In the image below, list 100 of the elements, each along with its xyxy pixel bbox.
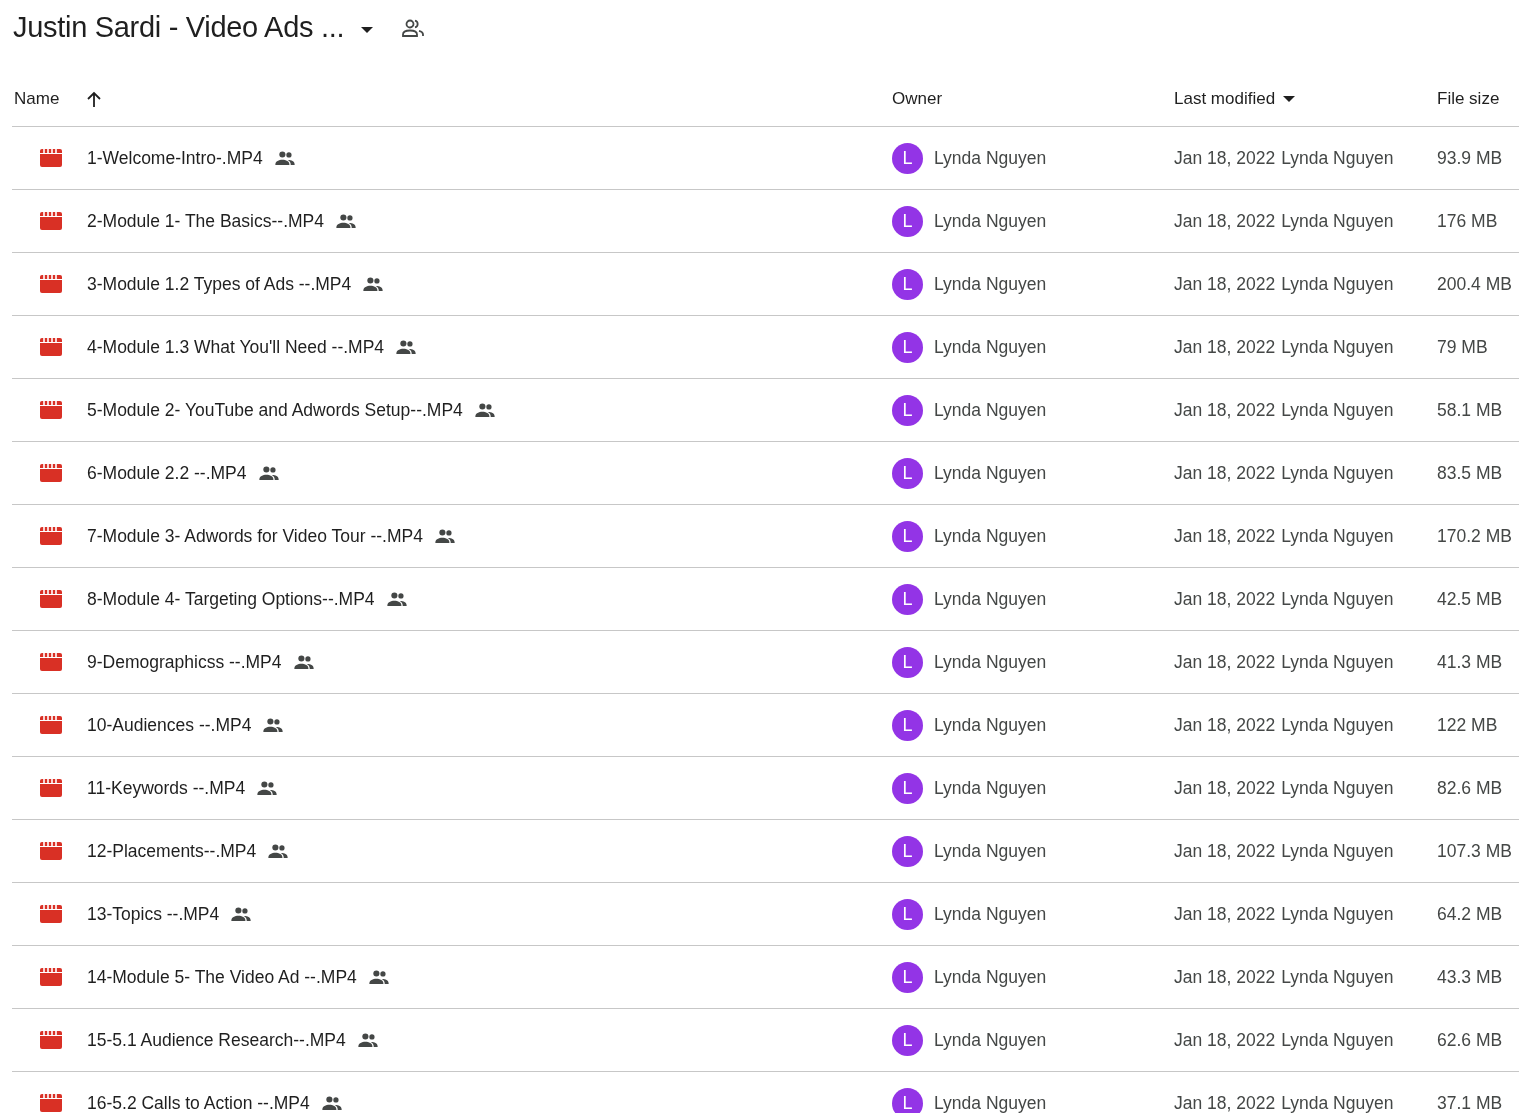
modified-by: Lynda Nguyen: [1281, 587, 1394, 611]
modified-date: Jan 18, 2022: [1174, 398, 1276, 422]
owner-avatar: L: [892, 772, 923, 804]
modified-by: Lynda Nguyen: [1281, 398, 1394, 422]
owner-avatar: L: [892, 457, 923, 489]
video-file-icon: [40, 779, 62, 797]
file-name[interactable]: 14-Module 5- The Video Ad --.MP4: [87, 963, 357, 991]
file-name[interactable]: 12-Placements--.MP4: [87, 837, 257, 865]
owner-avatar: L: [892, 709, 923, 741]
owner-name: Lynda Nguyen: [934, 146, 1047, 170]
file-size: 170.2 MB: [1437, 524, 1513, 548]
file-name[interactable]: 5-Module 2- YouTube and Adwords Setup--.MP4: [87, 396, 463, 424]
video-file-icon: [40, 212, 62, 230]
file-size: 122 MB: [1437, 713, 1499, 737]
modified-by: Lynda Nguyen: [1281, 524, 1394, 548]
modified-date: Jan 18, 2022: [1174, 713, 1276, 737]
owner-avatar: L: [892, 835, 923, 867]
owner-avatar: L: [892, 394, 923, 426]
owner-avatar: L: [892, 205, 923, 237]
video-file-icon: [40, 149, 62, 167]
modified-by: Lynda Nguyen: [1281, 146, 1394, 170]
file-size: 107.3 MB: [1437, 839, 1513, 863]
dropdown-caret-icon[interactable]: [361, 27, 374, 33]
owner-avatar: L: [892, 268, 923, 300]
file-name[interactable]: 7-Module 3- Adwords for Video Tour --.MP4: [87, 522, 423, 550]
file-size: 79 MB: [1437, 335, 1489, 359]
file-size: 41.3 MB: [1437, 650, 1504, 674]
file-name[interactable]: 4-Module 1.3 What You'll Need --.MP4: [87, 333, 385, 361]
video-file-icon: [40, 1031, 62, 1049]
video-file-icon: [40, 275, 62, 293]
column-header[interactable]: Name: [14, 85, 60, 112]
file-size: 82.6 MB: [1437, 776, 1504, 800]
owner-name: Lynda Nguyen: [934, 272, 1047, 296]
video-file-icon: [40, 653, 62, 671]
people-outline-icon[interactable]: [402, 19, 425, 37]
modified-date: Jan 18, 2022: [1174, 209, 1276, 233]
modified-date: Jan 18, 2022: [1174, 965, 1276, 989]
video-file-icon: [40, 401, 62, 419]
file-name[interactable]: 11-Keywords --.MP4: [87, 774, 246, 802]
video-file-icon: [40, 716, 62, 734]
owner-name: Lynda Nguyen: [934, 1091, 1047, 1113]
modified-by: Lynda Nguyen: [1281, 965, 1394, 989]
owner-name: Lynda Nguyen: [934, 902, 1047, 926]
file-size: 176 MB: [1437, 209, 1499, 233]
file-name[interactable]: 16-5.2 Calls to Action --.MP4: [87, 1089, 310, 1113]
modified-by: Lynda Nguyen: [1281, 776, 1394, 800]
file-size: 83.5 MB: [1437, 461, 1504, 485]
owner-name: Lynda Nguyen: [934, 839, 1047, 863]
video-file-icon: [40, 968, 62, 986]
file-name[interactable]: 10-Audiences --.MP4: [87, 711, 252, 739]
video-file-icon: [40, 464, 62, 482]
column-header[interactable]: File size: [1437, 85, 1519, 112]
owner-avatar: L: [892, 1024, 923, 1056]
file-size: 58.1 MB: [1437, 398, 1504, 422]
modified-date: Jan 18, 2022: [1174, 272, 1276, 296]
video-file-icon: [40, 905, 62, 923]
file-name[interactable]: 6-Module 2.2 --.MP4: [87, 459, 247, 487]
file-name[interactable]: 15-5.1 Audience Research--.MP4: [87, 1026, 346, 1054]
modified-date: Jan 18, 2022: [1174, 524, 1276, 548]
owner-name: Lynda Nguyen: [934, 713, 1047, 737]
modified-by: Lynda Nguyen: [1281, 902, 1394, 926]
file-name[interactable]: 13-Topics --.MP4: [87, 900, 220, 928]
owner-name: Lynda Nguyen: [934, 650, 1047, 674]
modified-by: Lynda Nguyen: [1281, 209, 1394, 233]
file-name[interactable]: 8-Module 4- Targeting Options--.MP4: [87, 585, 375, 613]
modified-date: Jan 18, 2022: [1174, 776, 1276, 800]
video-file-icon: [40, 338, 62, 356]
owner-name: Lynda Nguyen: [934, 461, 1047, 485]
owner-avatar: L: [892, 520, 923, 552]
modified-by: Lynda Nguyen: [1281, 1091, 1394, 1113]
file-name[interactable]: 3-Module 1.2 Types of Ads --.MP4: [87, 270, 352, 298]
owner-name: Lynda Nguyen: [934, 524, 1047, 548]
file-name[interactable]: 2-Module 1- The Basics--.MP4: [87, 207, 324, 235]
modified-by: Lynda Nguyen: [1281, 272, 1394, 296]
file-size: 42.5 MB: [1437, 587, 1504, 611]
sort-caret-icon[interactable]: [1283, 95, 1296, 102]
modified-date: Jan 18, 2022: [1174, 650, 1276, 674]
modified-by: Lynda Nguyen: [1281, 335, 1394, 359]
owner-name: Lynda Nguyen: [934, 398, 1047, 422]
modified-by: Lynda Nguyen: [1281, 713, 1394, 737]
file-name[interactable]: 1-Welcome-Intro-.MP4: [87, 144, 263, 172]
folder-title: Justin Sardi - Video Ads ...: [13, 10, 345, 46]
column-header[interactable]: Owner: [892, 85, 1174, 112]
file-size: 200.4 MB: [1437, 272, 1513, 296]
modified-date: Jan 18, 2022: [1174, 146, 1276, 170]
file-size: 43.3 MB: [1437, 965, 1504, 989]
column-header[interactable]: Last modified: [1174, 85, 1276, 112]
sort-up-arrow-icon[interactable]: [87, 90, 102, 107]
modified-by: Lynda Nguyen: [1281, 650, 1394, 674]
modified-date: Jan 18, 2022: [1174, 461, 1276, 485]
owner-avatar: L: [892, 898, 923, 930]
file-size: 62.6 MB: [1437, 1028, 1504, 1052]
owner-avatar: L: [892, 331, 923, 363]
modified-date: Jan 18, 2022: [1174, 587, 1276, 611]
file-size: 37.1 MB: [1437, 1091, 1504, 1113]
owner-name: Lynda Nguyen: [934, 776, 1047, 800]
modified-by: Lynda Nguyen: [1281, 839, 1394, 863]
owner-avatar: L: [892, 583, 923, 615]
file-name[interactable]: 9-Demographicss --.MP4: [87, 648, 282, 676]
owner-name: Lynda Nguyen: [934, 965, 1047, 989]
